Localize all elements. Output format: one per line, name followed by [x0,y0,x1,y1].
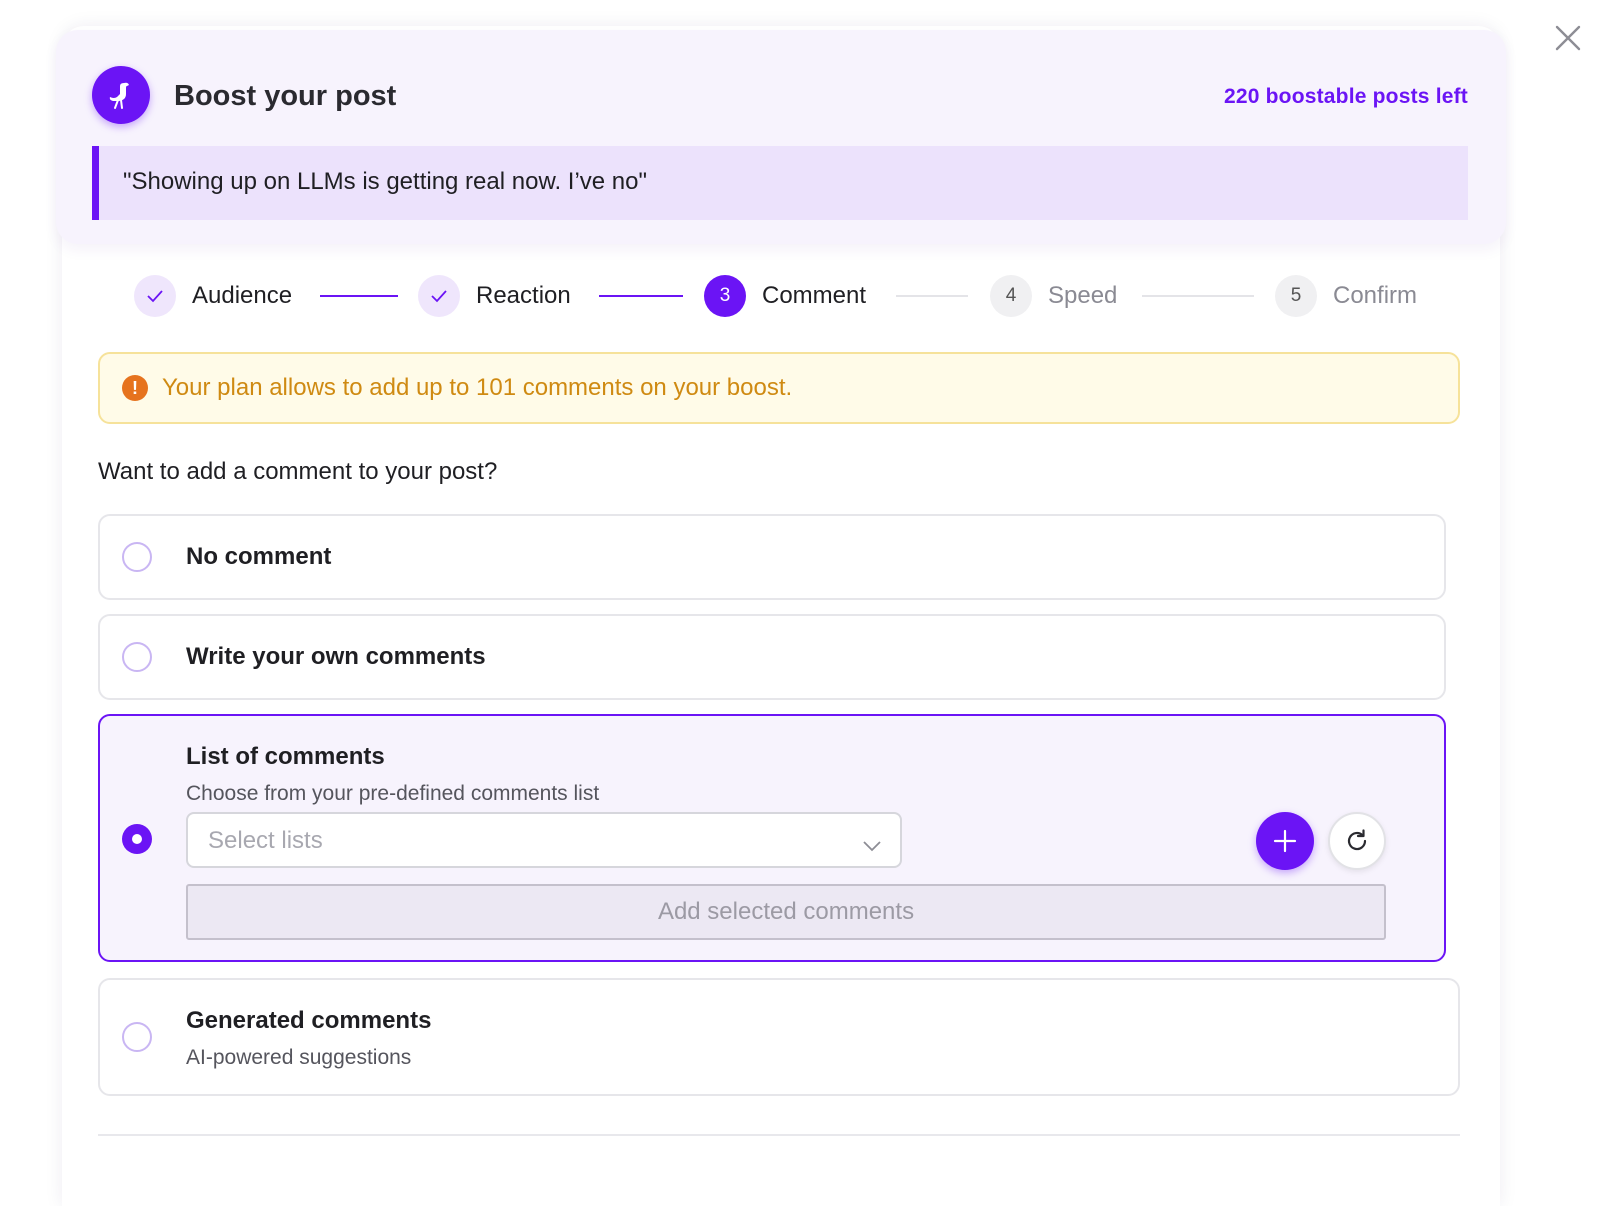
option-no-comment[interactable]: No comment [98,514,1446,600]
post-quote: "Showing up on LLMs is getting real now.… [92,146,1468,220]
warning-icon: ! [122,375,148,401]
step-connector [320,295,398,297]
radio-write-own[interactable] [122,642,152,672]
modal-header: Boost your post 220 boostable posts left… [56,30,1506,244]
step-confirm[interactable]: 5 Confirm [1275,274,1417,318]
step-label: Confirm [1333,282,1418,309]
step-reaction[interactable]: Reaction [418,274,571,318]
radio-generated-comments[interactable] [122,1022,152,1052]
option-title: No comment [186,543,332,570]
step-number: 4 [990,275,1032,317]
modal-title: Boost your post [174,80,397,112]
step-comment[interactable]: 3 Comment [704,274,866,318]
step-label: Comment [762,282,867,309]
plus-icon [1273,829,1297,853]
refresh-icon [1347,829,1367,851]
step-connector [896,295,968,297]
check-icon [134,275,176,317]
check-icon [418,275,460,317]
select-lists-dropdown[interactable]: Select lists [186,812,902,868]
ostrich-icon [92,66,150,124]
step-number: 3 [704,275,746,317]
footer-divider [98,1134,1460,1136]
chevron-down-icon [862,832,882,860]
option-title: List of comments [186,743,385,770]
add-list-button[interactable] [1256,812,1314,870]
option-subtitle: AI-powered suggestions [186,1046,412,1069]
step-label: Audience [192,282,293,309]
stepper: Audience Reaction 3 Comment 4 Speed 5 Co… [62,274,1500,318]
alert-text: Your plan allows to add up to 101 commen… [162,374,793,401]
add-selected-comments-button[interactable]: Add selected comments [186,884,1386,940]
step-label: Speed [1048,282,1118,309]
radio-list-of-comments[interactable] [122,824,152,854]
option-generated-comments[interactable]: Generated comments AI-powered suggestion… [98,978,1460,1096]
step-number: 5 [1275,275,1317,317]
option-title: Generated comments [186,1007,432,1034]
step-audience[interactable]: Audience [134,274,292,318]
step-speed[interactable]: 4 Speed [990,274,1117,318]
step-label: Reaction [476,282,571,309]
step-connector [599,295,683,297]
select-placeholder: Select lists [208,827,323,854]
comment-question: Want to add a comment to your post? [98,458,498,485]
boost-modal: Boost your post 220 boostable posts left… [56,26,1506,1206]
step-connector [1142,295,1254,297]
radio-no-comment[interactable] [122,542,152,572]
option-subtitle: Choose from your pre-defined comments li… [186,782,600,805]
boostable-posts-count: 220 boostable posts left [1223,85,1468,108]
option-write-own[interactable]: Write your own comments [98,614,1446,700]
plan-limit-alert: ! Your plan allows to add up to 101 comm… [98,352,1460,424]
refresh-button[interactable] [1328,812,1386,870]
option-title: Write your own comments [186,643,486,670]
option-list-of-comments[interactable]: List of comments Choose from your pre-de… [98,714,1446,962]
close-icon[interactable] [1552,22,1584,54]
